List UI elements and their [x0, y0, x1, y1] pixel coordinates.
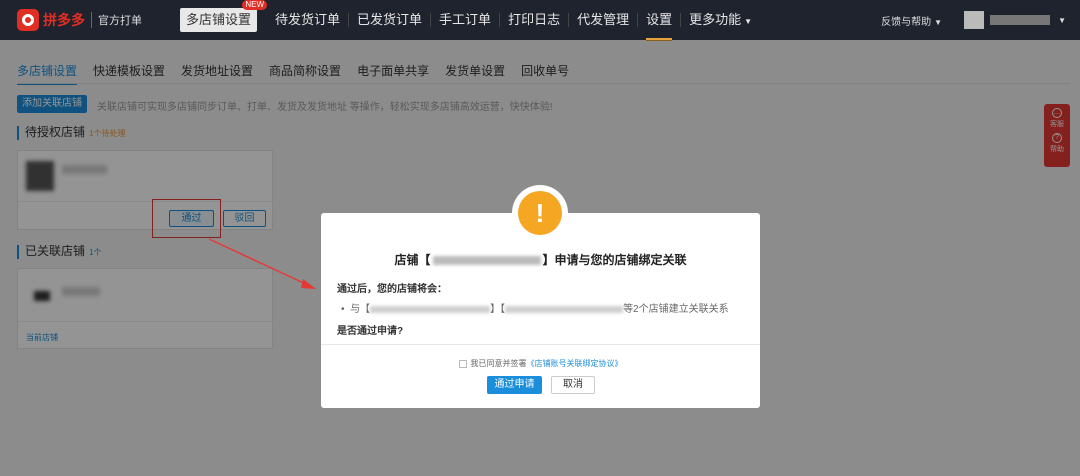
- dialog-subtitle: 通过后，您的店铺将会：: [337, 284, 447, 295]
- bullet-dot: •: [341, 304, 348, 315]
- agree-checkbox[interactable]: [458, 359, 467, 368]
- warning-badge: !: [512, 185, 568, 241]
- agreement-row: 我已同意并签署《店铺账号关联绑定协议》: [321, 358, 760, 369]
- dialog-bullet: • 与【 】【 等2个店铺建立关联关系: [341, 300, 729, 315]
- store-name-blurred: [370, 305, 491, 313]
- dialog-question: 是否通过申请?: [337, 326, 404, 337]
- bullet-prefix: 与【: [350, 304, 371, 315]
- dialog-title-prefix: 店铺【: [394, 253, 431, 267]
- approve-request-button[interactable]: 通过申请: [487, 376, 542, 394]
- dialog-divider: [321, 344, 760, 345]
- bullet-mid: 】【: [490, 304, 506, 315]
- bullet-suffix: 等2个店铺建立关联关系: [623, 304, 729, 315]
- confirm-binding-dialog: 店铺【 】申请与您的店铺绑定关联 通过后，您的店铺将会： • 与【 】【 等2个店铺建…: [321, 213, 760, 408]
- agreement-link[interactable]: 《店铺账号关联绑定协议》: [527, 359, 623, 368]
- cancel-button[interactable]: 取消: [551, 376, 595, 394]
- warning-icon: !: [518, 191, 562, 235]
- dialog-title-suffix: 】申请与您的店铺绑定关联: [542, 253, 687, 267]
- agree-text: 我已同意并签署: [470, 359, 527, 368]
- store-name-blurred: [505, 305, 624, 313]
- dialog-title: 店铺【 】申请与您的店铺绑定关联: [321, 251, 760, 268]
- store-name-blurred: [432, 256, 541, 266]
